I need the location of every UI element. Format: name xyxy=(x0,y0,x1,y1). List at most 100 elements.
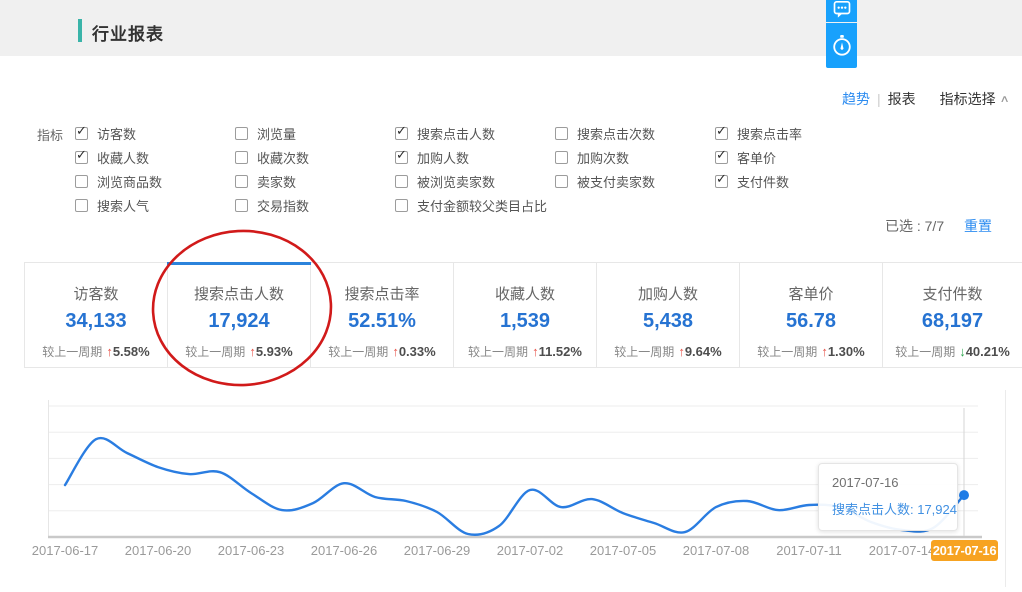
checkbox-checked-icon[interactable]: ✓ xyxy=(715,151,728,164)
checkbox-unchecked-icon[interactable] xyxy=(395,199,408,212)
chart-tooltip: 2017-07-16 搜索点击人数: 17,924 xyxy=(818,463,958,531)
checkbox-unchecked-icon[interactable] xyxy=(235,199,248,212)
indicator-checkbox-item[interactable]: 浏览量 xyxy=(235,121,309,145)
indicator-checkbox-item[interactable]: ✓客单价 xyxy=(715,145,802,169)
indicator-checkbox-item[interactable]: 加购次数 xyxy=(555,145,655,169)
indicator-checkbox-item[interactable]: 支付金额较父类目占比 xyxy=(395,193,547,217)
card-change: 较上一周期↑9.64% xyxy=(597,343,739,360)
reset-link[interactable]: 重置 xyxy=(964,218,992,234)
card-title: 支付件数 xyxy=(883,283,1022,304)
indicator-column: ✓访客数✓收藏人数浏览商品数搜索人气 xyxy=(75,121,162,217)
page-header: 行业报表 xyxy=(0,0,1022,56)
metric-cards-row: 访客数34,133较上一周期↑5.58%搜索点击人数17,924较上一周期↑5.… xyxy=(24,262,1022,368)
indicator-checkbox-item[interactable]: 浏览商品数 xyxy=(75,169,162,193)
card-change-prefix: 较上一周期 xyxy=(895,345,955,359)
selection-summary-row: 已选 : 7/7 重置 xyxy=(885,216,992,236)
metric-card[interactable]: 客单价56.78较上一周期↑1.30% xyxy=(740,263,883,367)
card-change-value: 0.33% xyxy=(399,344,436,359)
card-change: 较上一周期↑5.58% xyxy=(25,343,167,360)
card-change-prefix: 较上一周期 xyxy=(328,345,388,359)
indicator-checkbox-item[interactable]: ✓ 支付件数 xyxy=(715,169,802,193)
card-value: 17,924 xyxy=(168,310,310,333)
checkmark-icon: ✓ xyxy=(716,172,727,186)
checkbox-unchecked-icon[interactable] xyxy=(75,175,88,188)
x-axis-label: 2017-06-17 xyxy=(32,543,99,558)
checkbox-unchecked-icon[interactable] xyxy=(235,151,248,164)
indicator-column: 浏览量收藏次数卖家数交易指数 xyxy=(235,121,309,217)
chart-dot[interactable] xyxy=(959,490,969,500)
metric-card[interactable]: 搜索点击人数17,924较上一周期↑5.93% xyxy=(168,263,311,367)
indicator-checkbox-item[interactable]: ✓搜索点击人数 xyxy=(395,121,547,145)
floating-toolbar xyxy=(826,0,857,68)
indicator-checkbox-item[interactable]: ✓ 收藏人数 xyxy=(75,145,162,169)
indicator-label: 被浏览卖家数 xyxy=(417,172,495,191)
checkmark-icon: ✓ xyxy=(396,148,407,162)
indicator-checkbox-item[interactable]: 搜索人气 xyxy=(75,193,162,217)
metric-card[interactable]: 搜索点击率52.51%较上一周期↑0.33% xyxy=(311,263,454,367)
indicator-checkbox-item[interactable]: 搜索点击次数 xyxy=(555,121,655,145)
metric-card[interactable]: 访客数34,133较上一周期↑5.58% xyxy=(25,263,168,367)
indicator-label: 加购人数 xyxy=(417,148,469,167)
view-tab-trend[interactable]: 趋势 xyxy=(842,89,870,109)
indicator-label: 搜索点击率 xyxy=(737,124,802,143)
indicator-checkbox-item[interactable]: 被支付卖家数 xyxy=(555,169,655,193)
checkbox-unchecked-icon[interactable] xyxy=(235,127,248,140)
indicator-select-label: 指标选择 xyxy=(940,89,996,109)
x-axis-label: 2017-06-26 xyxy=(311,543,378,558)
indicator-label: 支付金额较父类目占比 xyxy=(417,196,547,215)
metric-card[interactable]: 加购人数5,438较上一周期↑9.64% xyxy=(597,263,740,367)
indicator-label: 支付件数 xyxy=(737,172,789,191)
card-change-prefix: 较上一周期 xyxy=(757,345,817,359)
checkbox-checked-icon[interactable]: ✓ xyxy=(395,127,408,140)
timer-button[interactable] xyxy=(826,23,857,68)
checkbox-checked-icon[interactable]: ✓ xyxy=(715,175,728,188)
checkbox-unchecked-icon[interactable] xyxy=(555,151,568,164)
card-title: 客单价 xyxy=(740,283,882,304)
checkbox-checked-icon[interactable]: ✓ xyxy=(75,151,88,164)
card-title: 收藏人数 xyxy=(454,283,596,304)
checkmark-icon: ✓ xyxy=(76,148,87,162)
card-title: 搜索点击率 xyxy=(311,283,453,304)
checkbox-unchecked-icon[interactable] xyxy=(555,127,568,140)
chat-icon xyxy=(832,1,852,21)
indicator-checkbox-item[interactable]: ✓访客数 xyxy=(75,121,162,145)
metric-card[interactable]: 收藏人数 1,539 较上一周期↑11.52% xyxy=(454,263,597,367)
card-value: 1,539 xyxy=(454,310,596,333)
indicator-checkbox-item[interactable]: 被浏览卖家数 xyxy=(395,169,547,193)
indicator-checkbox-item[interactable]: ✓ 加购人数 xyxy=(395,145,547,169)
checkbox-unchecked-icon[interactable] xyxy=(235,175,248,188)
indicator-checkbox-item[interactable]: 收藏次数 xyxy=(235,145,309,169)
indicator-label: 交易指数 xyxy=(257,196,309,215)
card-change-value: 1.30% xyxy=(828,344,865,359)
view-tab-report[interactable]: 报表 xyxy=(888,89,916,109)
card-change-prefix: 较上一周期 xyxy=(468,345,528,359)
view-divider: | xyxy=(877,91,881,107)
trend-chart[interactable]: 2017-06-172017-06-202017-06-232017-06-26… xyxy=(0,390,1022,587)
checkbox-unchecked-icon[interactable] xyxy=(555,175,568,188)
card-change-value: 5.93% xyxy=(256,344,293,359)
metric-card[interactable]: 支付件数68,197较上一周期↓40.21% xyxy=(883,263,1022,367)
indicator-select-toggle[interactable]: 指标选择 ∧ xyxy=(940,89,1008,109)
indicator-column: ✓搜索点击人数✓加购人数被浏览卖家数支付金额较父类目占比 xyxy=(395,121,547,217)
x-axis-label: 2017-07-02 xyxy=(497,543,564,558)
checkbox-checked-icon[interactable]: ✓ xyxy=(715,127,728,140)
checkbox-checked-icon[interactable]: ✓ xyxy=(395,151,408,164)
indicator-label: 收藏人数 xyxy=(97,148,149,167)
card-change: 较上一周期↑11.52% xyxy=(454,343,596,360)
card-change-value: 40.21% xyxy=(966,344,1010,359)
indicator-checkbox-item[interactable]: 卖家数 xyxy=(235,169,309,193)
indicator-checkbox-item[interactable]: ✓ 搜索点击率 xyxy=(715,121,802,145)
checkbox-unchecked-icon[interactable] xyxy=(395,175,408,188)
card-change-prefix: 较上一周期 xyxy=(614,345,674,359)
checkbox-unchecked-icon[interactable] xyxy=(75,199,88,212)
x-axis-label: 2017-06-20 xyxy=(125,543,192,558)
x-axis-label: 2017-07-11 xyxy=(776,543,842,558)
tooltip-value: 搜索点击人数: 17,924 xyxy=(832,499,957,518)
indicator-checkbox-item[interactable]: 交易指数 xyxy=(235,193,309,217)
indicator-panel: 指标 ✓访客数✓收藏人数浏览商品数搜索人气浏览量收藏次数卖家数交易指数✓搜索点击… xyxy=(0,121,1022,219)
indicator-column: ✓搜索点击率✓客单价✓支付件数 xyxy=(715,121,802,193)
card-change: 较上一周期↑0.33% xyxy=(311,343,453,360)
checkbox-checked-icon[interactable]: ✓ xyxy=(75,127,88,140)
feedback-button[interactable] xyxy=(826,0,857,22)
checkmark-icon: ✓ xyxy=(76,124,87,138)
